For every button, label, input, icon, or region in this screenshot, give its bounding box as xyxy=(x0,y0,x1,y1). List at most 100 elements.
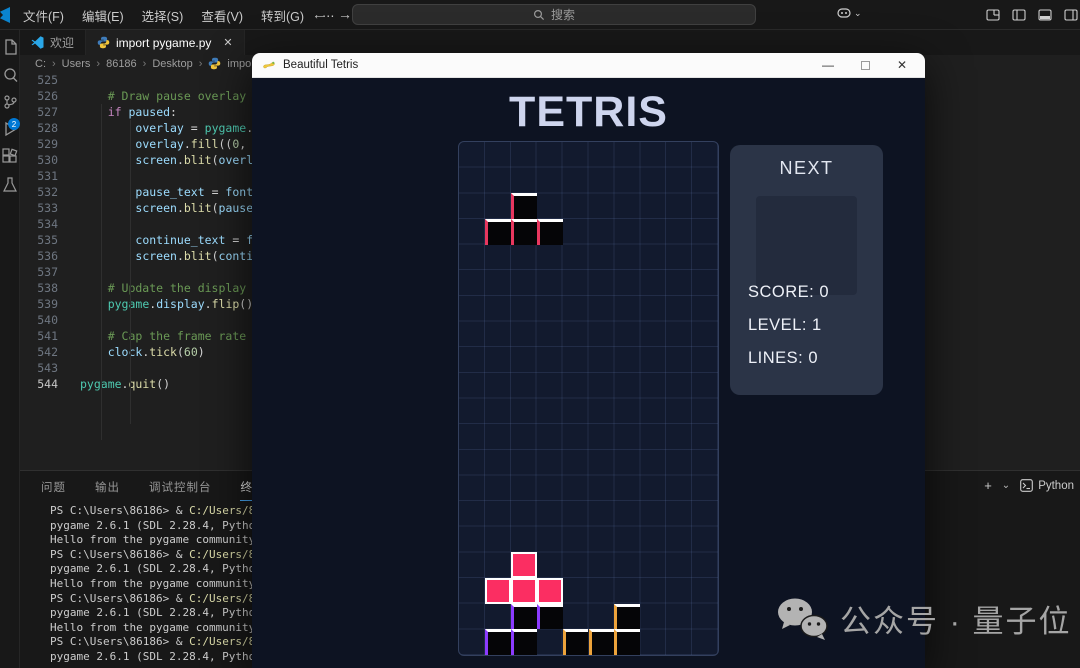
code-token: clock xyxy=(108,345,143,359)
menu-item[interactable]: 文件(F) xyxy=(14,3,73,28)
code-token: screen xyxy=(135,201,177,215)
line-number: 543 xyxy=(20,361,58,375)
terminal-text: Hello from the pygame community. h xyxy=(50,621,275,634)
close-tab-icon[interactable]: ✕ xyxy=(223,36,232,49)
customize-layout-icon[interactable] xyxy=(986,8,1000,22)
terminal-text: Hello from the pygame community. h xyxy=(50,577,275,590)
line-text: clock.tick(60) xyxy=(80,345,205,359)
line-text: overlay.fill((0, 0, xyxy=(80,137,267,151)
terminal-text: Hello from the pygame community. h xyxy=(50,533,275,546)
line-text: pygame.display.flip() xyxy=(80,297,253,311)
tetris-block xyxy=(537,604,563,630)
line-text: screen.blit(pause_t xyxy=(80,201,267,215)
menu-item[interactable]: 编辑(E) xyxy=(73,3,133,28)
terminal-icon xyxy=(1020,479,1033,492)
tetris-block xyxy=(511,552,537,578)
code-token: blit xyxy=(184,153,212,167)
panel-tab-调试控制台[interactable]: 调试控制台 xyxy=(148,472,213,500)
tetris-window-titlebar[interactable]: Beautiful Tetris — ✕ xyxy=(252,53,925,78)
tetris-board xyxy=(458,141,719,656)
code-token: 60 xyxy=(184,345,198,359)
terminal-dropdown-icon[interactable]: ⌄ xyxy=(1002,480,1010,491)
line-number: 533 xyxy=(20,201,58,215)
menu-item[interactable]: 选择(S) xyxy=(133,3,193,28)
line-number: 526 xyxy=(20,89,58,103)
code-token: ) xyxy=(198,345,205,359)
pygame-icon xyxy=(262,58,276,72)
minimize-button[interactable]: — xyxy=(822,60,834,70)
terminal-text: PS C:\Users\86186> & xyxy=(50,548,189,561)
stat-level: LEVEL: 1 xyxy=(748,316,822,335)
code-token: pause_text xyxy=(135,185,204,199)
panel-tab-输出[interactable]: 输出 xyxy=(94,472,121,500)
code-token: . xyxy=(177,201,184,215)
maximize-button[interactable] xyxy=(861,61,870,70)
line-number: 535 xyxy=(20,233,58,247)
line-number: 537 xyxy=(20,265,58,279)
code-token: ( xyxy=(212,201,219,215)
code-token: fill xyxy=(191,137,219,151)
code-token: = xyxy=(184,121,205,135)
indent-guide xyxy=(130,120,131,424)
panel-tab-问题[interactable]: 问题 xyxy=(40,472,67,500)
breadcrumb-item[interactable]: C: xyxy=(35,58,46,70)
code-token xyxy=(80,345,108,359)
tetris-block xyxy=(537,578,563,604)
code-token: ( xyxy=(177,345,184,359)
terminal-output[interactable]: PS C:\Users\86186> & C:/Users/8618 pygame… xyxy=(50,504,275,665)
code-token: blit xyxy=(184,201,212,215)
tetris-window-title: Beautiful Tetris xyxy=(283,59,358,71)
indent-guide xyxy=(101,104,102,440)
code-token: blit xyxy=(184,249,212,263)
global-search-input[interactable]: 搜索 xyxy=(352,4,756,25)
line-number: 531 xyxy=(20,169,58,183)
tetris-window: Beautiful Tetris — ✕ TETRIS NEXT SCORE: … xyxy=(252,53,925,668)
search-sidebar-icon[interactable] xyxy=(1,66,19,84)
python-icon xyxy=(97,36,110,49)
code-token xyxy=(80,201,135,215)
tab-import pygame.py[interactable]: import pygame.py✕ xyxy=(86,30,245,55)
explorer-icon[interactable] xyxy=(1,38,19,56)
toggle-sidebar-icon[interactable] xyxy=(1012,8,1026,22)
breadcrumb-item[interactable]: Desktop xyxy=(152,58,192,70)
tab-欢迎[interactable]: 欢迎 xyxy=(20,30,86,55)
menu-bar: 文件(F)编辑(E)选择(S)查看(V)转到(G)⋯ xyxy=(14,0,344,30)
breadcrumb-item[interactable]: Users xyxy=(62,58,91,70)
terminal-list-entry[interactable]: Python xyxy=(1020,479,1074,492)
code-token: if xyxy=(108,105,122,119)
menu-item[interactable]: 转到(G) xyxy=(252,3,313,28)
code-token: # Update the display xyxy=(80,281,246,295)
code-token xyxy=(80,105,108,119)
code-token xyxy=(80,249,135,263)
line-text: # Update the display xyxy=(80,281,246,295)
breadcrumb-separator: › xyxy=(52,58,56,70)
terminal-line: Hello from the pygame community. h xyxy=(50,621,275,636)
code-token: continue_text xyxy=(135,233,225,247)
line-number: 528 xyxy=(20,121,58,135)
line-number: 538 xyxy=(20,281,58,295)
close-button[interactable]: ✕ xyxy=(897,58,907,72)
breadcrumb-item[interactable]: 86186 xyxy=(106,58,137,70)
code-token: paused xyxy=(129,105,171,119)
line-text: if paused: xyxy=(80,105,177,119)
new-terminal-button[interactable]: + xyxy=(984,478,992,493)
terminal-line: PS C:\Users\86186> & C:/Users/8618 xyxy=(50,592,275,607)
code-token xyxy=(80,233,135,247)
menu-item[interactable]: 查看(V) xyxy=(192,3,252,28)
testing-icon[interactable] xyxy=(1,176,19,194)
toggle-panel-icon[interactable] xyxy=(1038,8,1052,22)
code-token: # Draw pause overlay xyxy=(80,89,246,103)
nav-back-icon[interactable]: ← xyxy=(312,6,326,22)
nav-forward-icon[interactable]: → xyxy=(338,6,352,22)
copilot-button[interactable]: ⌄ xyxy=(836,5,862,21)
editor-tab-bar: 欢迎import pygame.py✕ xyxy=(20,30,1080,55)
code-token: = xyxy=(225,233,246,247)
code-token: . xyxy=(205,297,212,311)
toggle-secondary-sidebar-icon[interactable] xyxy=(1064,8,1078,22)
code-token: . xyxy=(184,137,191,151)
terminal-line: pygame 2.6.1 (SDL 2.28.4, Python 3 xyxy=(50,650,275,665)
source-control-icon[interactable] xyxy=(1,93,19,111)
extensions-badge: 2 xyxy=(8,118,20,130)
extensions-icon[interactable] xyxy=(1,147,19,165)
code-token: overlay xyxy=(135,121,183,135)
